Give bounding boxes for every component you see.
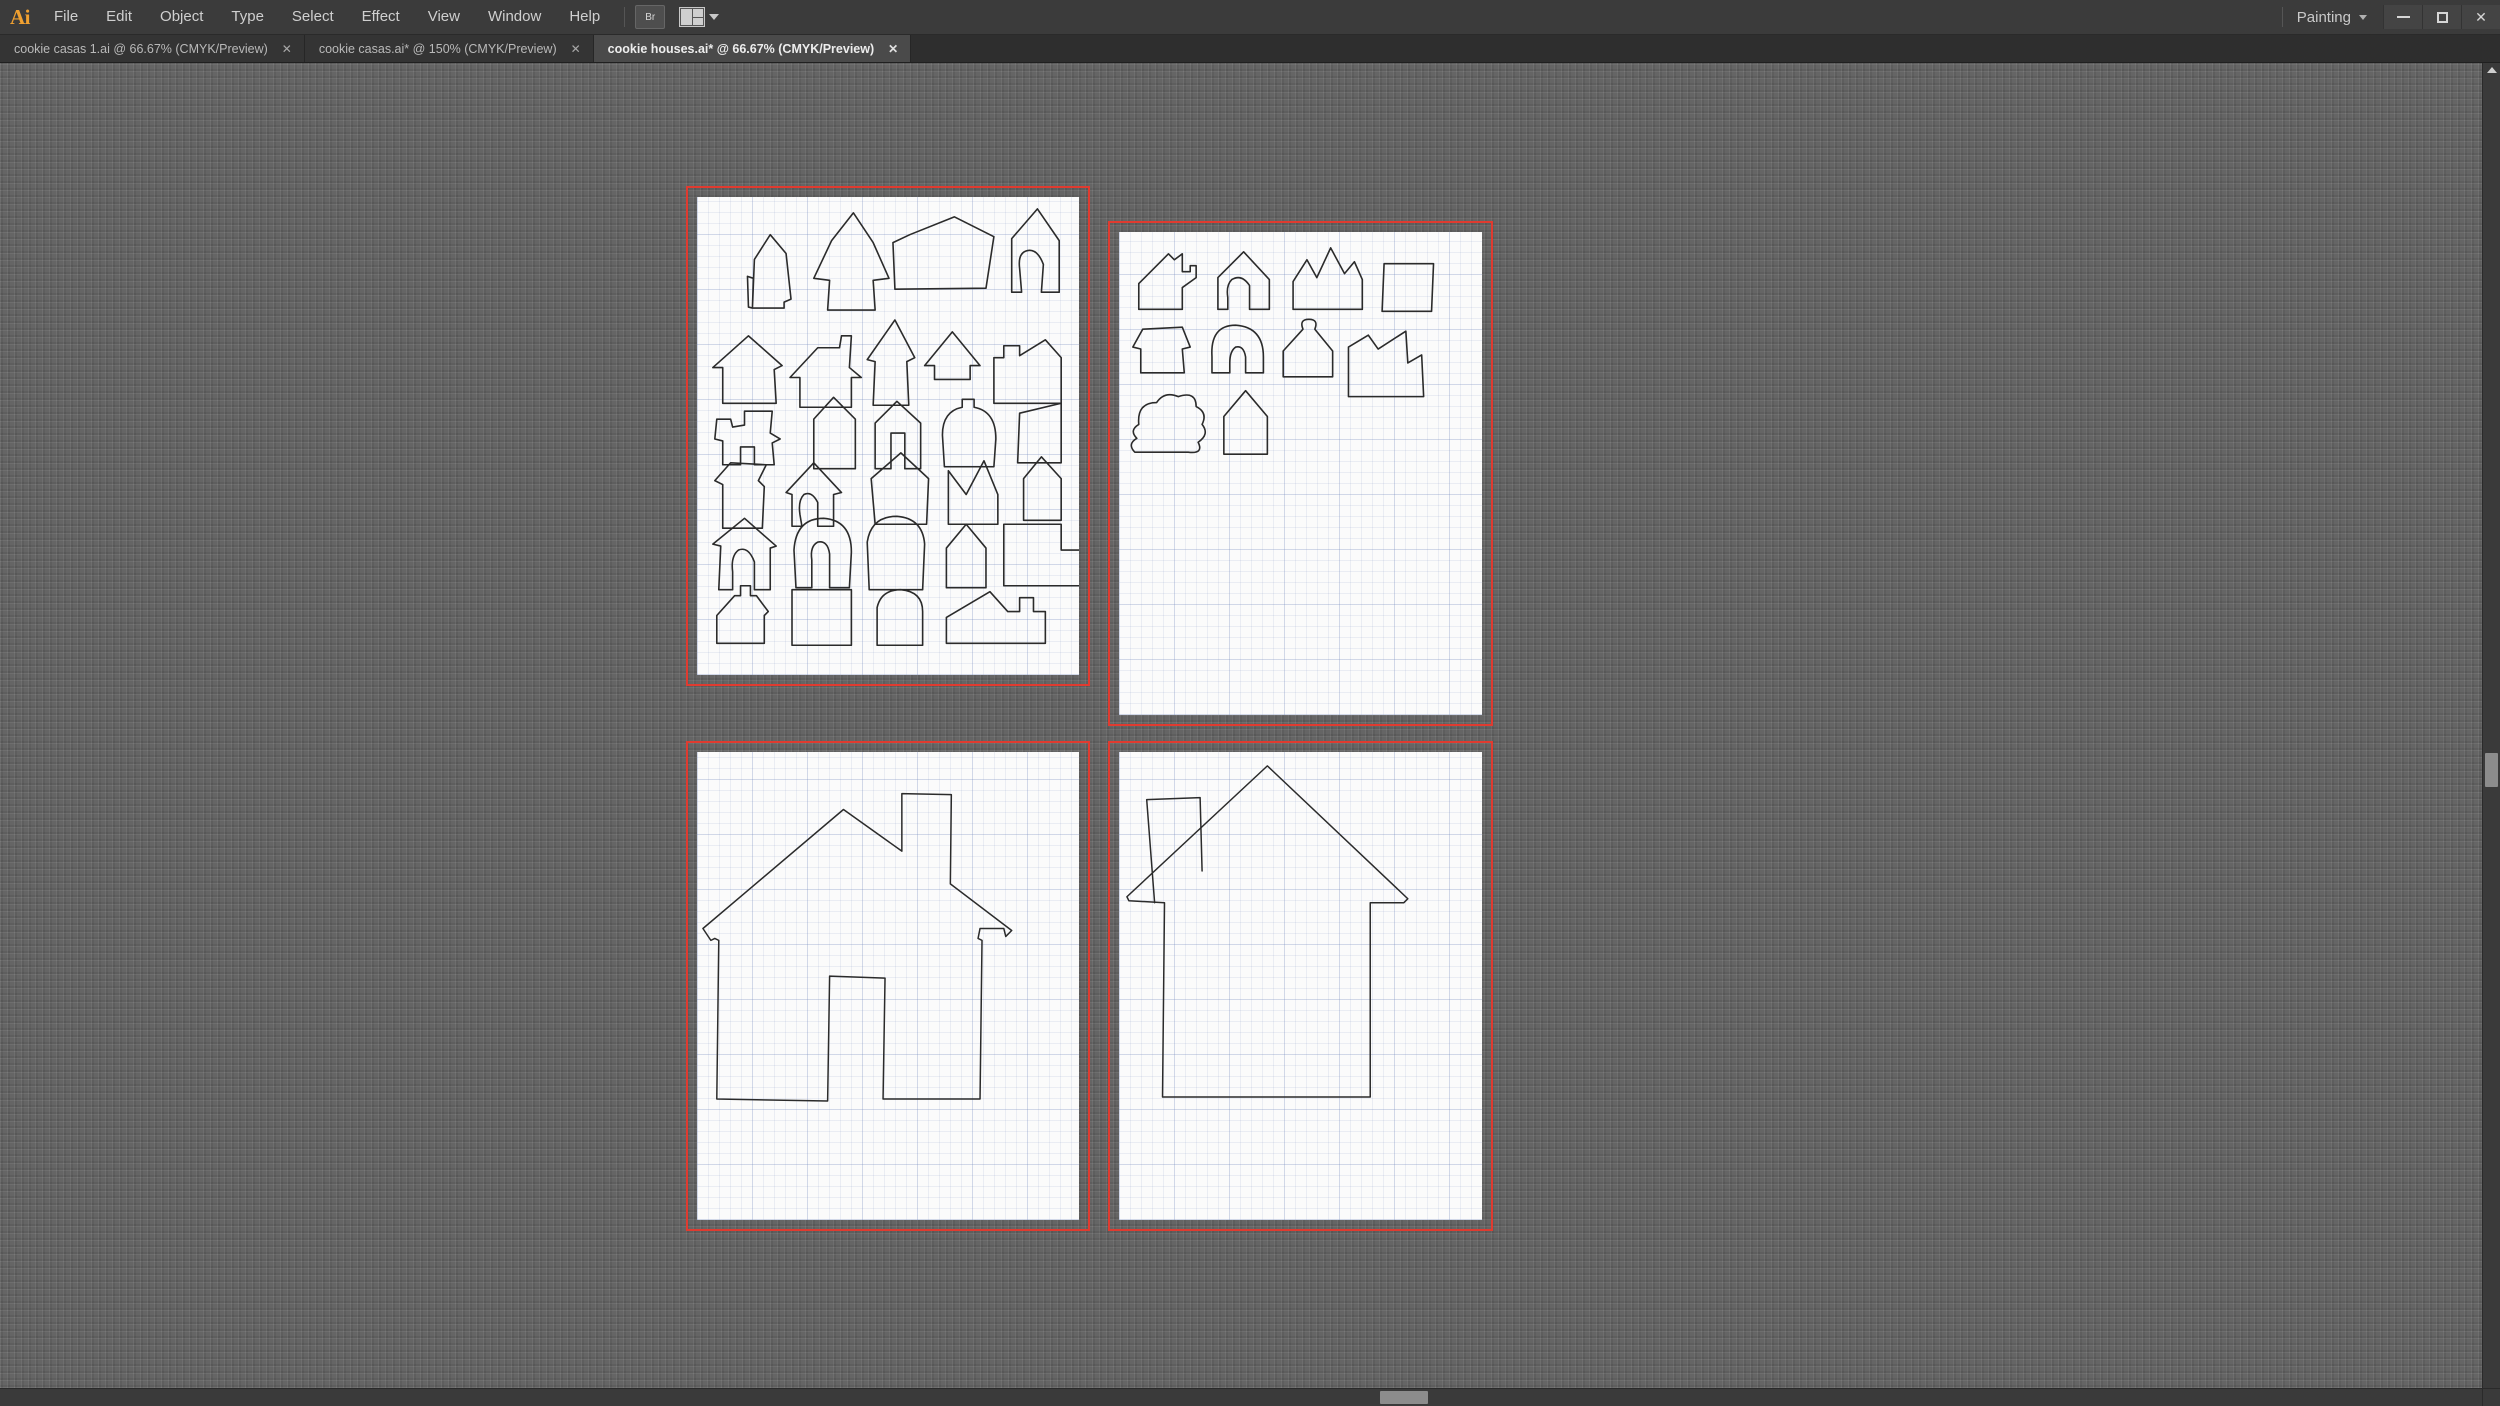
workspace-chevron-down-icon[interactable] bbox=[2359, 15, 2367, 20]
tab-close-icon[interactable]: ✕ bbox=[571, 43, 581, 55]
menu-bar-right: Painting ✕ bbox=[2282, 0, 2500, 34]
vertical-scrollbar[interactable] bbox=[2482, 63, 2500, 1388]
menu-file[interactable]: File bbox=[40, 0, 92, 34]
bridge-icon[interactable]: Br bbox=[635, 5, 665, 29]
document-canvas[interactable] bbox=[0, 63, 2482, 1388]
menu-help[interactable]: Help bbox=[555, 0, 614, 34]
arrange-documents-button[interactable] bbox=[679, 7, 719, 27]
workspace-main bbox=[0, 63, 2500, 1388]
artboard-2-page bbox=[1119, 232, 1482, 715]
tab-cookie-casas-1[interactable]: cookie casas 1.ai @ 66.67% (CMYK/Preview… bbox=[0, 35, 305, 62]
menu-bar: Ai File Edit Object Type Select Effect V… bbox=[0, 0, 2500, 35]
vertical-scroll-thumb[interactable] bbox=[2485, 753, 2498, 787]
minimize-icon bbox=[2397, 16, 2410, 18]
artboard-3-page bbox=[697, 752, 1079, 1220]
artboard-2-artwork bbox=[1119, 232, 1482, 715]
menu-window[interactable]: Window bbox=[474, 0, 555, 34]
window-minimize-button[interactable] bbox=[2383, 5, 2422, 29]
menu-effect[interactable]: Effect bbox=[348, 0, 414, 34]
workspace-switcher[interactable]: Painting bbox=[2297, 9, 2351, 26]
tab-close-icon[interactable]: ✕ bbox=[888, 43, 898, 55]
window-maximize-button[interactable] bbox=[2422, 5, 2461, 29]
chevron-down-icon bbox=[709, 14, 719, 20]
workspace-divider bbox=[2282, 7, 2283, 27]
artboard-4-page bbox=[1119, 752, 1482, 1220]
window-close-button[interactable]: ✕ bbox=[2461, 5, 2500, 29]
artboard-2[interactable] bbox=[1108, 221, 1493, 726]
artboard-1[interactable] bbox=[686, 186, 1090, 686]
tab-cookie-casas[interactable]: cookie casas.ai* @ 150% (CMYK/Preview) ✕ bbox=[305, 35, 594, 62]
artboard-3[interactable] bbox=[686, 741, 1090, 1231]
bottom-bar bbox=[0, 1388, 2500, 1406]
menu-edit[interactable]: Edit bbox=[92, 0, 146, 34]
artboard-1-artwork bbox=[697, 197, 1079, 675]
document-tab-bar: cookie casas 1.ai @ 66.67% (CMYK/Preview… bbox=[0, 35, 2500, 63]
menu-view[interactable]: View bbox=[414, 0, 474, 34]
artboard-1-page bbox=[697, 197, 1079, 675]
horizontal-scrollbar[interactable] bbox=[0, 1388, 2482, 1406]
tab-label: cookie casas.ai* @ 150% (CMYK/Preview) bbox=[319, 42, 557, 56]
menu-object[interactable]: Object bbox=[146, 0, 217, 34]
artboard-4-artwork bbox=[1119, 752, 1482, 1220]
artboard-4[interactable] bbox=[1108, 741, 1493, 1231]
app-logo-icon: Ai bbox=[0, 0, 40, 34]
artboard-3-artwork bbox=[697, 752, 1079, 1220]
tab-label: cookie houses.ai* @ 66.67% (CMYK/Preview… bbox=[608, 42, 874, 56]
illustrator-window: Ai File Edit Object Type Select Effect V… bbox=[0, 0, 2500, 1406]
arrange-documents-icon bbox=[679, 7, 705, 27]
scrollbar-corner bbox=[2482, 1388, 2500, 1406]
menu-item-list: File Edit Object Type Select Effect View… bbox=[40, 0, 614, 34]
tab-label: cookie casas 1.ai @ 66.67% (CMYK/Preview… bbox=[14, 42, 268, 56]
menu-type[interactable]: Type bbox=[217, 0, 278, 34]
tab-close-icon[interactable]: ✕ bbox=[282, 43, 292, 55]
horizontal-scroll-thumb[interactable] bbox=[1380, 1391, 1428, 1404]
menu-select[interactable]: Select bbox=[278, 0, 348, 34]
tab-cookie-houses[interactable]: cookie houses.ai* @ 66.67% (CMYK/Preview… bbox=[594, 35, 912, 62]
menu-divider bbox=[624, 7, 625, 27]
maximize-icon bbox=[2437, 12, 2448, 23]
scroll-up-arrow-icon[interactable] bbox=[2487, 67, 2497, 73]
